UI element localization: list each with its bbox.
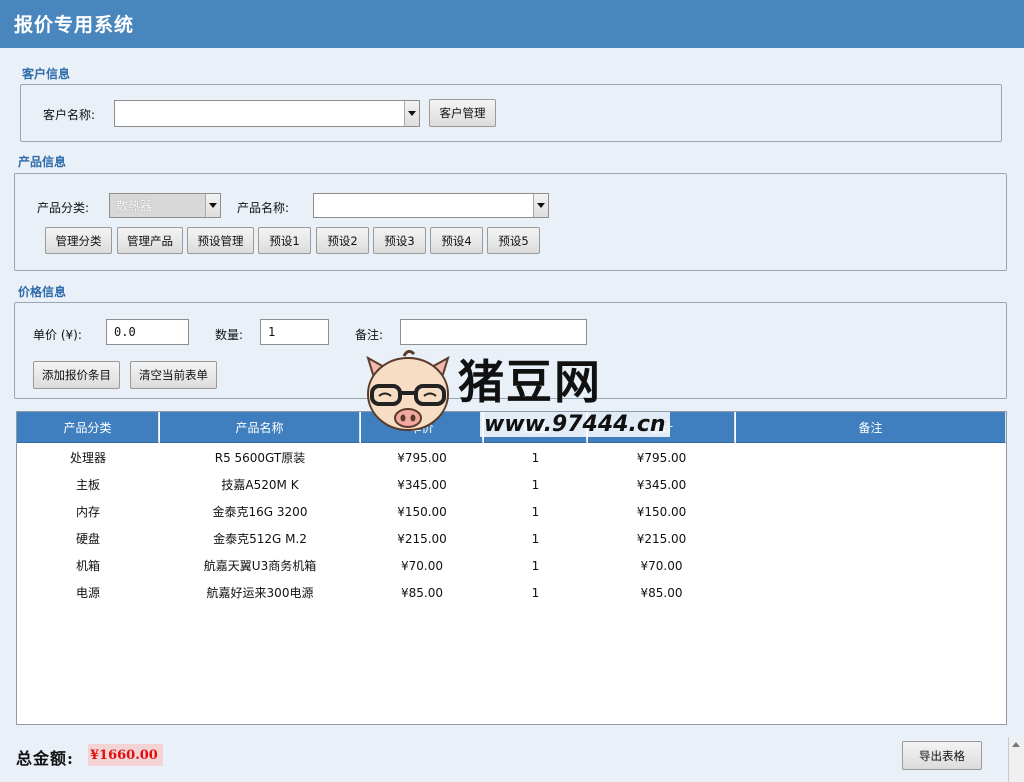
column-header-note[interactable]: 备注 <box>736 412 1006 443</box>
cell-name: 金泰克512G M.2 <box>213 532 307 546</box>
preset-4-button[interactable]: 预设4 <box>430 227 483 254</box>
product-category-label: 产品分类: <box>37 201 90 215</box>
chevron-down-icon[interactable] <box>404 101 419 126</box>
clear-form-button[interactable]: 清空当前表单 <box>130 361 217 389</box>
cell-unit-price: ¥150.00 <box>397 504 447 519</box>
unit-price-input[interactable]: 0.0 <box>106 319 189 345</box>
cell-subtotal: ¥70.00 <box>640 558 683 573</box>
quote-table[interactable]: 产品分类 产品名称 单价 数量 合计 备注 处理器 R5 5600GT原装 ¥7… <box>16 411 1007 725</box>
cell-subtotal: ¥345.00 <box>636 477 687 492</box>
cell-unit-price: ¥345.00 <box>397 477 447 492</box>
quantity-label: 数量: <box>215 328 244 342</box>
cell-category: 电源 <box>75 586 100 600</box>
chevron-down-icon[interactable] <box>533 194 548 217</box>
product-category-value: 散热器 <box>116 199 153 213</box>
cell-subtotal: ¥150.00 <box>636 504 687 519</box>
customer-manage-button[interactable]: 客户管理 <box>429 99 496 127</box>
product-group: 产品分类: 散热器 产品名称: 管理分类 管理产品 预设管理 预设1 预设2 预… <box>14 173 1007 271</box>
manage-product-button[interactable]: 管理产品 <box>117 227 183 254</box>
preset-3-button[interactable]: 预设3 <box>373 227 426 254</box>
watermark-brand: 猪豆网 <box>458 355 602 409</box>
watermark-url: www.97444.cn <box>480 412 670 437</box>
cell-quantity: 1 <box>531 531 540 546</box>
cell-unit-price: ¥215.00 <box>397 531 447 546</box>
cell-category: 硬盘 <box>75 532 100 546</box>
preset-2-button[interactable]: 预设2 <box>316 227 369 254</box>
note-label: 备注: <box>355 328 384 342</box>
cell-note <box>736 579 1006 606</box>
cell-quantity: 1 <box>531 450 540 465</box>
cell-quantity: 1 <box>531 585 540 600</box>
product-name-label: 产品名称: <box>237 201 290 215</box>
cell-unit-price: ¥70.00 <box>401 558 443 573</box>
customer-name-combobox[interactable] <box>114 100 420 127</box>
cell-name: 技嘉A520M K <box>221 478 299 492</box>
cell-subtotal: ¥795.00 <box>636 450 687 465</box>
cell-subtotal: ¥85.00 <box>640 585 683 600</box>
total-amount-value: ¥1660.00 <box>88 744 163 766</box>
product-section-title: 产品信息 <box>18 155 67 169</box>
cell-note <box>736 525 1006 552</box>
cell-category: 机箱 <box>75 559 100 573</box>
cell-note <box>736 444 1006 471</box>
customer-group: 客户名称: 客户管理 <box>20 84 1002 142</box>
customer-section-title: 客户信息 <box>22 67 71 81</box>
pig-mascot-icon <box>366 349 450 431</box>
cell-subtotal: ¥215.00 <box>636 531 687 546</box>
table-row[interactable]: 主板 技嘉A520M K ¥345.00 1 ¥345.00 <box>17 471 1006 498</box>
chevron-down-icon[interactable] <box>205 194 220 217</box>
cell-quantity: 1 <box>531 558 540 573</box>
table-row[interactable]: 机箱 航嘉天翼U3商务机箱 ¥70.00 1 ¥70.00 <box>17 552 1006 579</box>
cell-quantity: 1 <box>531 477 540 492</box>
cell-category: 主板 <box>75 478 100 492</box>
cell-unit-price: ¥85.00 <box>401 585 443 600</box>
table-row[interactable]: 内存 金泰克16G 3200 ¥150.00 1 ¥150.00 <box>17 498 1006 525</box>
manage-category-button[interactable]: 管理分类 <box>45 227 112 254</box>
cell-note <box>736 552 1006 579</box>
cell-note <box>736 471 1006 498</box>
app-title: 报价专用系统 <box>0 0 1024 48</box>
cell-category: 内存 <box>75 505 100 519</box>
cell-name: R5 5600GT原装 <box>214 451 306 465</box>
table-row[interactable]: 电源 航嘉好运来300电源 ¥85.00 1 ¥85.00 <box>17 579 1006 606</box>
export-table-button[interactable]: 导出表格 <box>902 741 982 770</box>
column-header-category[interactable]: 产品分类 <box>17 412 159 443</box>
product-category-combobox[interactable]: 散热器 <box>109 193 221 218</box>
preset-manage-button[interactable]: 预设管理 <box>187 227 254 254</box>
cell-quantity: 1 <box>531 504 540 519</box>
scroll-up-icon[interactable] <box>1011 742 1020 747</box>
note-input[interactable] <box>400 319 587 345</box>
customer-name-label: 客户名称: <box>43 108 96 122</box>
add-quote-item-button[interactable]: 添加报价条目 <box>33 361 120 389</box>
preset-5-button[interactable]: 预设5 <box>487 227 540 254</box>
cell-category: 处理器 <box>69 451 106 465</box>
table-row[interactable]: 硬盘 金泰克512G M.2 ¥215.00 1 ¥215.00 <box>17 525 1006 552</box>
preset-1-button[interactable]: 预设1 <box>258 227 311 254</box>
column-header-name[interactable]: 产品名称 <box>160 412 360 443</box>
cell-name: 航嘉天翼U3商务机箱 <box>203 559 317 573</box>
cell-name: 航嘉好运来300电源 <box>206 586 314 600</box>
table-row[interactable]: 处理器 R5 5600GT原装 ¥795.00 1 ¥795.00 <box>17 444 1006 471</box>
unit-price-label: 单价 (¥): <box>33 328 82 342</box>
price-section-title: 价格信息 <box>18 285 67 299</box>
scrollbar[interactable] <box>1008 737 1022 782</box>
total-amount-label: 总金额: <box>16 749 74 768</box>
cell-name: 金泰克16G 3200 <box>212 505 308 519</box>
cell-note <box>736 498 1006 525</box>
product-name-combobox[interactable] <box>313 193 549 218</box>
cell-unit-price: ¥795.00 <box>397 450 447 465</box>
watermark: 猪豆网 www.97444.cn <box>358 346 670 442</box>
quantity-input[interactable]: 1 <box>260 319 329 345</box>
